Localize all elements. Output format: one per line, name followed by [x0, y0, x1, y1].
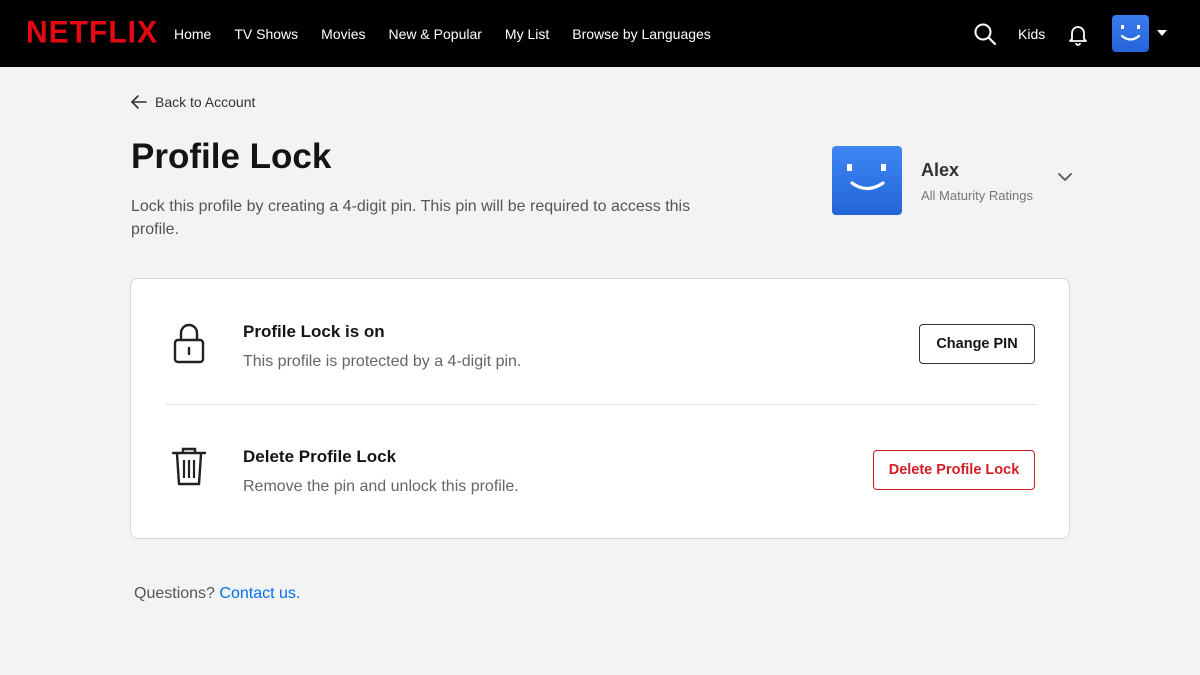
nav-home[interactable]: Home: [174, 25, 211, 43]
divider: [165, 404, 1036, 405]
nav-tv-shows[interactable]: TV Shows: [234, 25, 298, 43]
profile-avatar: [832, 146, 902, 215]
change-pin-button[interactable]: Change PIN: [919, 324, 1035, 364]
trash-icon: [171, 447, 207, 486]
questions-label: Questions?: [134, 585, 215, 602]
profile-name: Alex: [921, 160, 960, 180]
page-description: Lock this profile by creating a 4-digit …: [131, 198, 691, 238]
delete-lock-subtitle: Remove the pin and unlock this profile.: [243, 478, 519, 495]
profile-maturity-rating: All Maturity Ratings: [921, 188, 1033, 203]
bell-icon[interactable]: [1066, 22, 1090, 46]
help-footer: Questions? Contact us.: [134, 585, 300, 603]
delete-lock-title: Delete Profile Lock: [243, 447, 397, 466]
back-to-account-link[interactable]: Back to Account: [131, 93, 255, 111]
delete-profile-lock-button[interactable]: Delete Profile Lock: [873, 450, 1035, 490]
arrow-left-icon: [131, 95, 147, 109]
contact-us-link[interactable]: Contact us.: [219, 585, 300, 602]
chevron-down-icon[interactable]: [1057, 171, 1073, 183]
nav-movies[interactable]: Movies: [321, 25, 365, 43]
back-label: Back to Account: [155, 94, 256, 110]
top-navigation-bar: NETFLIX Home TV Shows Movies New & Popul…: [0, 0, 1200, 67]
smiley-face-icon: [847, 164, 886, 191]
nav-browse-languages[interactable]: Browse by Languages: [572, 25, 711, 43]
main-nav: Home TV Shows Movies New & Popular My Li…: [174, 25, 734, 43]
nav-new-popular[interactable]: New & Popular: [389, 25, 482, 43]
kids-link[interactable]: Kids: [1018, 25, 1045, 43]
netflix-logo[interactable]: NETFLIX: [26, 15, 158, 51]
page-title: Profile Lock: [131, 137, 332, 176]
profile-lock-card: Profile Lock is on This profile is prote…: [130, 278, 1070, 539]
lock-icon: [173, 323, 205, 364]
nav-my-list[interactable]: My List: [505, 25, 549, 43]
search-icon[interactable]: [973, 22, 997, 46]
avatar[interactable]: [1112, 15, 1149, 52]
smiley-face-icon: [1120, 25, 1141, 41]
caret-down-icon[interactable]: [1156, 29, 1168, 37]
lock-status-subtitle: This profile is protected by a 4-digit p…: [243, 353, 522, 370]
lock-status-title: Profile Lock is on: [243, 322, 385, 341]
